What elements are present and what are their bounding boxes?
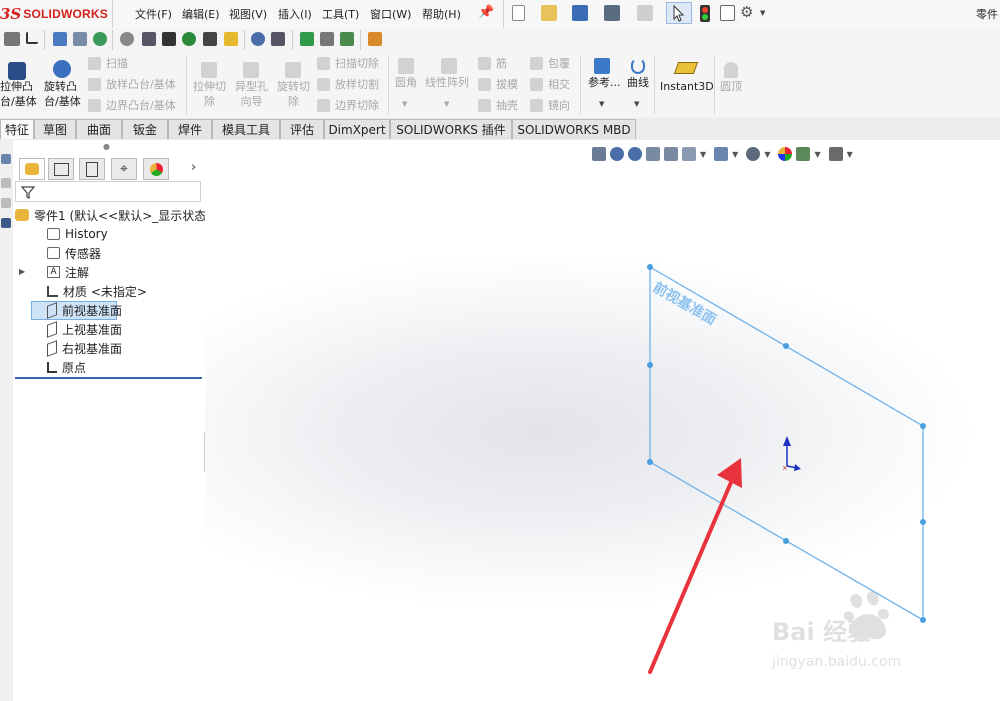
watermark-brand: Bai 经验 bbox=[772, 618, 871, 646]
plane-handle[interactable] bbox=[647, 264, 653, 270]
baidu-watermark: Bai 经验 jingyan.baidu.com bbox=[771, 591, 901, 670]
plane-label: 前视基准面 bbox=[650, 279, 719, 329]
origin-triad: × bbox=[782, 436, 801, 472]
plane-handle[interactable] bbox=[920, 519, 926, 525]
plane-handle[interactable] bbox=[647, 362, 653, 368]
watermark-url: jingyan.baidu.com bbox=[771, 654, 901, 670]
graphics-overlay: 前视基准面 × Bai 经验 jingyan.baidu.com bbox=[647, 264, 926, 674]
plane-handle[interactable] bbox=[920, 617, 926, 623]
plane-handle[interactable] bbox=[783, 343, 789, 349]
svg-text:×: × bbox=[782, 464, 788, 472]
red-arrow-annotation bbox=[648, 458, 742, 674]
plane-handle[interactable] bbox=[920, 423, 926, 429]
plane-handle[interactable] bbox=[783, 538, 789, 544]
plane-handle[interactable] bbox=[647, 459, 653, 465]
